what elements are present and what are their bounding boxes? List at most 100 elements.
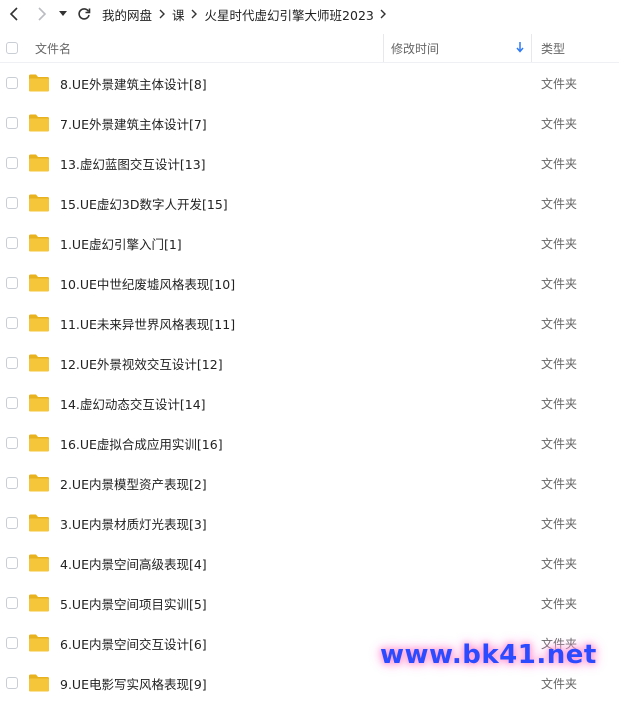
file-name[interactable]: 1.UE虚幻引擎入门[1] bbox=[60, 234, 182, 253]
file-name[interactable]: 11.UE未来异世界风格表现[11] bbox=[60, 314, 235, 333]
refresh-button[interactable] bbox=[74, 3, 94, 25]
file-name[interactable]: 8.UE外景建筑主体设计[8] bbox=[60, 74, 207, 93]
row-checkbox[interactable] bbox=[6, 677, 18, 689]
row-checkbox[interactable] bbox=[6, 437, 18, 449]
file-name[interactable]: 9.UE电影写实风格表现[9] bbox=[60, 674, 207, 693]
history-dropdown-button[interactable] bbox=[56, 3, 70, 25]
row-checkbox[interactable] bbox=[6, 197, 18, 209]
file-row[interactable]: 11.UE未来异世界风格表现[11] 文件夹 bbox=[0, 303, 619, 343]
file-row[interactable]: 16.UE虚拟合成应用实训[16] 文件夹 bbox=[0, 423, 619, 463]
file-type: 文件夹 bbox=[541, 156, 578, 171]
file-type: 文件夹 bbox=[541, 516, 578, 531]
caret-down-icon bbox=[59, 11, 67, 16]
row-checkbox[interactable] bbox=[6, 277, 18, 289]
chevron-right-icon bbox=[155, 9, 169, 19]
file-name[interactable]: 2.UE内景模型资产表现[2] bbox=[60, 474, 207, 493]
column-header-name[interactable]: 文件名 bbox=[35, 40, 71, 57]
row-checkbox[interactable] bbox=[6, 157, 18, 169]
file-row[interactable]: 5.UE内景空间项目实训[5] 文件夹 bbox=[0, 583, 619, 623]
folder-icon bbox=[29, 394, 49, 412]
file-name[interactable]: 14.虚幻动态交互设计[14] bbox=[60, 394, 206, 413]
breadcrumb-item[interactable]: 我的网盘 bbox=[102, 5, 152, 24]
column-header-type[interactable]: 类型 bbox=[541, 40, 565, 57]
folder-icon bbox=[29, 194, 49, 212]
row-checkbox[interactable] bbox=[6, 597, 18, 609]
breadcrumb-item[interactable]: 火星时代虚幻引擎大师班2023 bbox=[205, 5, 374, 24]
forward-button[interactable] bbox=[32, 3, 52, 25]
file-name[interactable]: 4.UE内景空间高级表现[4] bbox=[60, 554, 207, 573]
file-type: 文件夹 bbox=[541, 76, 578, 91]
column-divider[interactable] bbox=[531, 34, 532, 62]
folder-icon bbox=[29, 154, 49, 172]
file-row[interactable]: 12.UE外景视效交互设计[12] 文件夹 bbox=[0, 343, 619, 383]
file-type: 文件夹 bbox=[541, 356, 578, 371]
folder-icon bbox=[29, 74, 49, 92]
row-checkbox[interactable] bbox=[6, 357, 18, 369]
file-name[interactable]: 5.UE内景空间项目实训[5] bbox=[60, 594, 207, 613]
file-name[interactable]: 13.虚幻蓝图交互设计[13] bbox=[60, 154, 206, 173]
row-checkbox[interactable] bbox=[6, 77, 18, 89]
row-checkbox[interactable] bbox=[6, 637, 18, 649]
folder-icon bbox=[29, 474, 49, 492]
file-name[interactable]: 7.UE外景建筑主体设计[7] bbox=[60, 114, 207, 133]
file-list-header: 文件名 修改时间 类型 bbox=[0, 34, 619, 63]
folder-icon bbox=[29, 674, 49, 692]
row-checkbox[interactable] bbox=[6, 477, 18, 489]
column-header-mtime[interactable]: 修改时间 bbox=[391, 40, 439, 57]
file-row[interactable]: 7.UE外景建筑主体设计[7] 文件夹 bbox=[0, 103, 619, 143]
file-type: 文件夹 bbox=[541, 556, 578, 571]
row-checkbox[interactable] bbox=[6, 557, 18, 569]
chevron-right-icon bbox=[38, 7, 47, 21]
file-name[interactable]: 3.UE内景材质灯光表现[3] bbox=[60, 514, 207, 533]
file-row[interactable]: 10.UE中世纪废墟风格表现[10] 文件夹 bbox=[0, 263, 619, 303]
folder-icon bbox=[29, 434, 49, 452]
row-checkbox[interactable] bbox=[6, 117, 18, 129]
file-type: 文件夹 bbox=[541, 316, 578, 331]
file-type: 文件夹 bbox=[541, 436, 578, 451]
folder-icon bbox=[29, 354, 49, 372]
file-type: 文件夹 bbox=[541, 236, 578, 251]
sort-descending-icon[interactable] bbox=[516, 41, 524, 53]
folder-icon bbox=[29, 314, 49, 332]
row-checkbox[interactable] bbox=[6, 237, 18, 249]
folder-icon bbox=[29, 634, 49, 652]
folder-icon bbox=[29, 594, 49, 612]
row-checkbox[interactable] bbox=[6, 317, 18, 329]
watermark: www.bk41.net bbox=[380, 640, 597, 670]
select-all-checkbox[interactable] bbox=[6, 42, 18, 54]
folder-icon bbox=[29, 554, 49, 572]
file-type: 文件夹 bbox=[541, 476, 578, 491]
file-row[interactable]: 15.UE虚幻3D数字人开发[15] 文件夹 bbox=[0, 183, 619, 223]
file-row[interactable]: 13.虚幻蓝图交互设计[13] 文件夹 bbox=[0, 143, 619, 183]
file-type: 文件夹 bbox=[541, 116, 578, 131]
file-type: 文件夹 bbox=[541, 276, 578, 291]
file-row[interactable]: 8.UE外景建筑主体设计[8] 文件夹 bbox=[0, 63, 619, 103]
file-type: 文件夹 bbox=[541, 196, 578, 211]
folder-icon bbox=[29, 274, 49, 292]
file-row[interactable]: 1.UE虚幻引擎入门[1] 文件夹 bbox=[0, 223, 619, 263]
file-name[interactable]: 10.UE中世纪废墟风格表现[10] bbox=[60, 274, 235, 293]
folder-icon bbox=[29, 234, 49, 252]
file-name[interactable]: 16.UE虚拟合成应用实训[16] bbox=[60, 434, 223, 453]
breadcrumb-item[interactable]: 课 bbox=[172, 5, 185, 24]
chevron-right-icon[interactable] bbox=[377, 9, 391, 19]
folder-icon bbox=[29, 514, 49, 532]
file-list: 8.UE外景建筑主体设计[8] 文件夹 7.UE外景建筑主体设计[7] 文件夹 13.虚… bbox=[0, 63, 619, 703]
refresh-icon bbox=[78, 8, 91, 20]
row-checkbox[interactable] bbox=[6, 517, 18, 529]
file-type: 文件夹 bbox=[541, 676, 578, 691]
file-name[interactable]: 6.UE内景空间交互设计[6] bbox=[60, 634, 207, 653]
chevron-left-icon bbox=[9, 7, 18, 21]
file-row[interactable]: 4.UE内景空间高级表现[4] 文件夹 bbox=[0, 543, 619, 583]
breadcrumb: 我的网盘 课 火星时代虚幻引擎大师班2023 bbox=[102, 5, 394, 24]
toolbar: 我的网盘 课 火星时代虚幻引擎大师班2023 bbox=[0, 0, 619, 28]
column-divider[interactable] bbox=[383, 34, 384, 62]
file-name[interactable]: 15.UE虚幻3D数字人开发[15] bbox=[60, 194, 228, 213]
file-name[interactable]: 12.UE外景视效交互设计[12] bbox=[60, 354, 223, 373]
folder-icon bbox=[29, 114, 49, 132]
file-row[interactable]: 3.UE内景材质灯光表现[3] 文件夹 bbox=[0, 503, 619, 543]
file-row[interactable]: 2.UE内景模型资产表现[2] 文件夹 bbox=[0, 463, 619, 503]
row-checkbox[interactable] bbox=[6, 397, 18, 409]
back-button[interactable] bbox=[4, 3, 24, 25]
file-row[interactable]: 14.虚幻动态交互设计[14] 文件夹 bbox=[0, 383, 619, 423]
